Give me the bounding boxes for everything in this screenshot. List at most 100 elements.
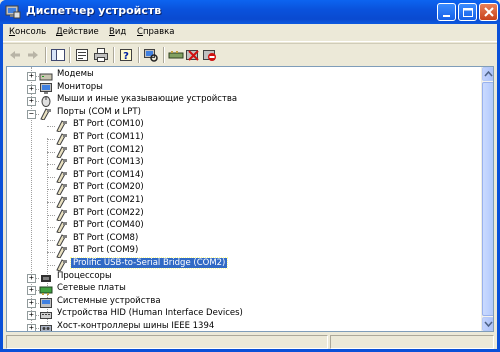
- plus-icon: +: [29, 285, 34, 295]
- tree-line: [47, 265, 55, 266]
- scroll-thumb[interactable]: [482, 82, 493, 316]
- tree-item-label[interactable]: BT Port (COM10): [71, 119, 146, 129]
- tree-item-label[interactable]: Порты (COM и LPT): [55, 107, 143, 117]
- tree-item-label[interactable]: BT Port (COM20): [71, 182, 146, 192]
- expand-button[interactable]: +: [27, 71, 36, 81]
- expand-button[interactable]: +: [27, 96, 36, 107]
- tree-row[interactable]: + Устройства HID (Human Interface Devices…: [7, 308, 477, 321]
- collapse-button[interactable]: −: [27, 109, 36, 119]
- tree-line: [47, 227, 55, 229]
- tree-row[interactable]: + Хост-контроллеры шины IEEE 1394: [7, 321, 477, 332]
- com-port-icon: [56, 158, 67, 171]
- minimize-button[interactable]: [437, 3, 456, 21]
- tree-row[interactable]: BT Port (COM22): [7, 208, 477, 221]
- client-area: Консоль Действие Вид Справка ? + Модемы …: [3, 24, 497, 349]
- tree-row[interactable]: Prolific USB-to-Serial Bridge (COM2): [7, 257, 477, 271]
- tree-row[interactable]: BT Port (COM14): [7, 170, 477, 183]
- tree-item-label[interactable]: Процессоры: [55, 271, 114, 281]
- tree-item-label[interactable]: BT Port (COM9): [71, 245, 140, 255]
- tree-row[interactable]: BT Port (COM11): [7, 132, 477, 145]
- expand-button[interactable]: +: [27, 310, 36, 321]
- tree-item-label[interactable]: BT Port (COM13): [71, 157, 146, 167]
- tree-row[interactable]: BT Port (COM9): [7, 245, 477, 259]
- svg-text:?: ?: [123, 51, 129, 62]
- toolbar-separator: [163, 47, 165, 63]
- device-manager-window: Диспетчер устройств Консоль Действие Вид…: [0, 0, 500, 352]
- tree-item-label[interactable]: BT Port (COM21): [71, 195, 146, 205]
- tree-item-label[interactable]: Системные устройства: [55, 296, 163, 306]
- tree-row[interactable]: + Мониторы: [7, 82, 477, 95]
- device-tree[interactable]: + Модемы + Мониторы + Мыши и иные указывающие…: [6, 66, 494, 332]
- toolbar-separator: [138, 47, 140, 63]
- tree-row[interactable]: − Порты (COM и LPT): [7, 107, 477, 120]
- tree-item-label[interactable]: Мыши и иные указывающие устройства: [55, 94, 239, 104]
- tree-line: [47, 202, 55, 203]
- toolbar: ?: [3, 43, 497, 65]
- tree-row[interactable]: + Мыши и иные указывающие устройства: [7, 94, 477, 108]
- tree-line: [47, 214, 55, 216]
- tree-item-label[interactable]: Хост-контроллеры шины IEEE 1394: [55, 321, 216, 331]
- tree-row[interactable]: BT Port (COM13): [7, 157, 477, 171]
- plus-icon: +: [29, 272, 34, 282]
- expand-button[interactable]: +: [27, 298, 36, 308]
- plus-icon: +: [29, 323, 34, 332]
- tree-row[interactable]: BT Port (COM10): [7, 119, 477, 133]
- tree-row[interactable]: + Системные устройства: [7, 296, 477, 309]
- plus-icon: +: [29, 71, 34, 80]
- tree-item-label[interactable]: BT Port (COM11): [71, 132, 146, 142]
- tree-row[interactable]: BT Port (COM40): [7, 220, 477, 234]
- tree-item-label[interactable]: BT Port (COM14): [71, 170, 146, 180]
- expand-button[interactable]: +: [27, 285, 36, 296]
- scroll-down-button[interactable]: [482, 317, 493, 331]
- disable-icon[interactable]: [202, 47, 218, 63]
- expand-button[interactable]: +: [27, 323, 36, 332]
- tree-line: [47, 252, 55, 254]
- vertical-scrollbar[interactable]: [481, 67, 493, 331]
- tree-row[interactable]: BT Port (COM12): [7, 145, 477, 158]
- tree-row[interactable]: + Модемы: [7, 69, 477, 82]
- tree-row[interactable]: BT Port (COM21): [7, 195, 477, 208]
- expand-button[interactable]: +: [27, 272, 36, 283]
- title-bar[interactable]: Диспетчер устройств: [0, 0, 500, 24]
- device-manager-icon: [5, 5, 21, 19]
- tree-row[interactable]: BT Port (COM20): [7, 182, 477, 196]
- com-port-icon: [56, 221, 67, 234]
- tree-row[interactable]: + Процессоры: [7, 271, 477, 284]
- ieee1394-icon: [40, 325, 52, 331]
- properties-icon[interactable]: [74, 47, 90, 63]
- maximize-button[interactable]: [458, 3, 477, 21]
- plus-icon: +: [29, 83, 34, 93]
- tree-item-label[interactable]: BT Port (COM12): [71, 145, 146, 155]
- expand-button[interactable]: +: [27, 83, 36, 94]
- tree-item-label[interactable]: Сетевые платы: [55, 283, 128, 293]
- menu-help[interactable]: Справка: [137, 27, 174, 37]
- show-hide-tree-icon[interactable]: [50, 47, 66, 63]
- tree-line: [47, 139, 55, 140]
- tree-item-label[interactable]: Модемы: [55, 69, 96, 79]
- tree-item-label[interactable]: Мониторы: [55, 82, 105, 92]
- hid-icon: [40, 312, 52, 320]
- print-icon[interactable]: [93, 47, 109, 63]
- help-icon[interactable]: ?: [118, 47, 134, 63]
- menu-action[interactable]: Действие: [56, 27, 99, 37]
- scan-hardware-icon[interactable]: [143, 47, 159, 63]
- plus-icon: +: [29, 96, 34, 106]
- tree-line: [47, 189, 55, 191]
- uninstall-icon[interactable]: [185, 47, 201, 63]
- tree-item-label[interactable]: BT Port (COM8): [71, 233, 140, 243]
- tree-item-label[interactable]: BT Port (COM22): [71, 208, 146, 218]
- tree-item-label[interactable]: Устройства HID (Human Interface Devices): [55, 308, 245, 318]
- tree-item-label[interactable]: Prolific USB-to-Serial Bridge (COM2): [69, 257, 229, 269]
- tree-row[interactable]: + Сетевые платы: [7, 283, 477, 296]
- forward-arrow-icon[interactable]: [25, 47, 41, 63]
- back-arrow-icon[interactable]: [7, 47, 23, 63]
- status-pane-secondary: [330, 335, 494, 349]
- scroll-up-button[interactable]: [482, 67, 493, 81]
- menu-bar: Консоль Действие Вид Справка: [3, 24, 497, 42]
- update-driver-icon[interactable]: [168, 47, 184, 63]
- tree-row[interactable]: BT Port (COM8): [7, 233, 477, 246]
- menu-console[interactable]: Консоль: [9, 27, 46, 37]
- tree-item-label[interactable]: BT Port (COM40): [71, 220, 146, 230]
- close-button[interactable]: [479, 3, 498, 21]
- menu-view[interactable]: Вид: [109, 27, 126, 37]
